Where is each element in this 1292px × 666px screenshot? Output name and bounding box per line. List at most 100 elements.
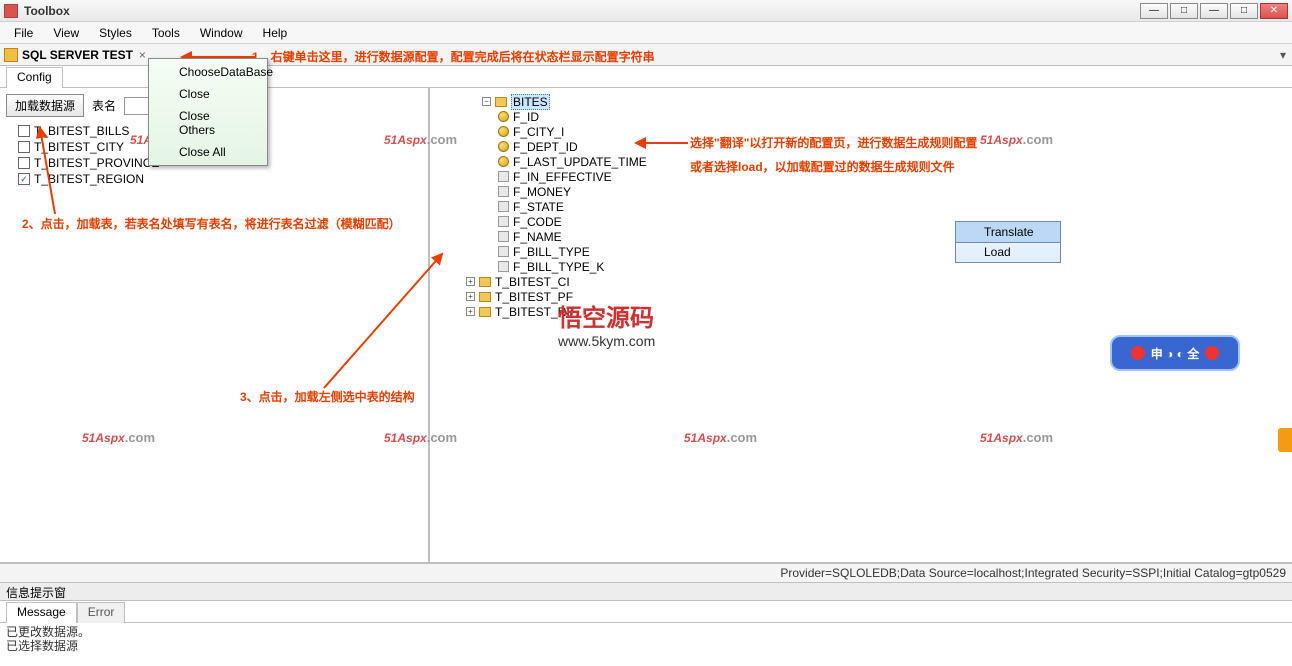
tree-row[interactable]: + T_BITEST_PF	[466, 289, 1286, 304]
ad-banner[interactable]: 申 ◑ ◐ 全	[1110, 335, 1240, 371]
message-line: 已更改数据源。	[6, 625, 1286, 639]
side-badge[interactable]	[1278, 428, 1292, 452]
menu-tools[interactable]: Tools	[142, 24, 190, 42]
ctx-choose-database[interactable]: ChooseDataBase	[151, 61, 265, 83]
restore-button[interactable]: □	[1170, 3, 1198, 19]
tree-row[interactable]: F_MONEY	[466, 184, 1286, 199]
menu-file[interactable]: File	[4, 24, 43, 42]
tree-row[interactable]: F_BILL_TYPE_K	[466, 259, 1286, 274]
expand-icon[interactable]: −	[482, 97, 491, 106]
tree-label: T_BITEST_CI	[495, 275, 570, 289]
tree-row[interactable]: F_IN_EFFECTIVE	[466, 169, 1286, 184]
config-tab[interactable]: Config	[6, 67, 63, 88]
message-tabstrip: Message Error	[0, 601, 1292, 623]
message-line: 已选择数据源	[6, 639, 1286, 653]
folder-icon	[479, 277, 491, 287]
ctx-close-all[interactable]: Close All	[151, 141, 265, 163]
key-icon	[498, 156, 509, 167]
document-tab-close[interactable]: ×	[139, 48, 146, 62]
close-button[interactable]: ✕	[1260, 3, 1288, 19]
table-label: T_BITEST_REGION	[34, 172, 144, 186]
menu-window[interactable]: Window	[190, 24, 253, 42]
heart-icon	[1131, 346, 1145, 360]
tree-row[interactable]: F_ID	[466, 109, 1286, 124]
tree-label: F_CODE	[513, 215, 562, 229]
context-menu-datasource: ChooseDataBase Close Close Others Close …	[148, 58, 268, 166]
tab-error[interactable]: Error	[77, 602, 126, 623]
ctx-close[interactable]: Close	[151, 83, 265, 105]
menu-styles[interactable]: Styles	[89, 24, 142, 42]
tree-label: F_IN_EFFECTIVE	[513, 170, 612, 184]
tree-label: T_BITEST_PF	[495, 290, 573, 304]
tree-label: F_ID	[513, 110, 539, 124]
column-icon	[498, 201, 509, 212]
tree-row[interactable]: F_DEPT_ID	[466, 139, 1286, 154]
table-name-label: 表名	[92, 97, 116, 114]
key-icon	[498, 141, 509, 152]
menu-view[interactable]: View	[43, 24, 89, 42]
load-datasource-button[interactable]: 加载数据源	[6, 94, 84, 117]
menu-help[interactable]: Help	[253, 24, 298, 42]
chevron-down-icon[interactable]: ▾	[1280, 48, 1286, 62]
schema-tree[interactable]: −BITESF_IDF_CITY_IF_DEPT_IDF_LAST_UPDATE…	[466, 94, 1286, 319]
key-icon	[498, 111, 509, 122]
table-label: T_BITEST_CITY	[34, 140, 124, 154]
window-title: Toolbox	[24, 4, 70, 18]
ctx-translate[interactable]: Translate	[955, 221, 1061, 243]
ctx-load[interactable]: Load	[956, 242, 1060, 262]
tree-row[interactable]: F_NAME	[466, 229, 1286, 244]
expand-icon[interactable]: +	[466, 292, 475, 301]
tree-row[interactable]: F_LAST_UPDATE_TIME	[466, 154, 1286, 169]
table-label: T_BITEST_PROVINCE	[34, 156, 159, 170]
table-row[interactable]: ✓ T_BITEST_REGION	[6, 171, 422, 187]
tree-label: F_NAME	[513, 230, 562, 244]
column-icon	[498, 231, 509, 242]
database-icon	[4, 48, 18, 62]
expand-icon[interactable]: +	[466, 307, 475, 316]
tree-label: F_STATE	[513, 200, 564, 214]
tree-row[interactable]: + T_BITEST_RI	[466, 304, 1286, 319]
tree-row[interactable]: F_STATE	[466, 199, 1286, 214]
status-bar: Provider=SQLOLEDB;Data Source=localhost;…	[0, 563, 1292, 583]
minimize-button-2[interactable]: —	[1200, 3, 1228, 19]
tree-label: T_BITEST_RI	[495, 305, 570, 319]
title-bar: Toolbox — □ — □ ✕	[0, 0, 1292, 22]
tab-message[interactable]: Message	[6, 602, 77, 623]
ad-text: 申 ◑ ◐ 全	[1151, 345, 1200, 362]
checkbox-icon[interactable]: ✓	[18, 173, 30, 185]
app-icon	[4, 4, 18, 18]
ctx-close-others[interactable]: Close Others	[151, 105, 265, 141]
heart-icon	[1205, 346, 1219, 360]
tree-row[interactable]: −BITES	[466, 94, 1286, 109]
column-icon	[498, 186, 509, 197]
minimize-button[interactable]: —	[1140, 3, 1168, 19]
info-panel-header: 信息提示窗	[0, 583, 1292, 601]
status-text: Provider=SQLOLEDB;Data Source=localhost;…	[780, 566, 1286, 580]
checkbox-icon[interactable]	[18, 141, 30, 153]
column-icon	[498, 216, 509, 227]
tree-label: F_MONEY	[513, 185, 571, 199]
tree-row[interactable]: F_BILL_TYPE	[466, 244, 1286, 259]
folder-icon	[479, 292, 491, 302]
tree-row[interactable]: F_CODE	[466, 214, 1286, 229]
tree-row[interactable]: + T_BITEST_CI	[466, 274, 1286, 289]
tree-row[interactable]: F_CITY_I	[466, 124, 1286, 139]
tree-label: F_DEPT_ID	[513, 140, 578, 154]
tree-label: F_BILL_TYPE	[513, 245, 590, 259]
expand-icon[interactable]: +	[466, 277, 475, 286]
tree-label: F_LAST_UPDATE_TIME	[513, 155, 647, 169]
table-label: T_BITEST_BILLS	[34, 124, 129, 138]
menu-bar: File View Styles Tools Window Help	[0, 22, 1292, 44]
folder-icon	[495, 97, 507, 107]
tree-label: F_CITY_I	[513, 125, 564, 139]
context-menu-table: Translate Load	[955, 221, 1061, 263]
checkbox-icon[interactable]	[18, 125, 30, 137]
checkbox-icon[interactable]	[18, 157, 30, 169]
maximize-button[interactable]: □	[1230, 3, 1258, 19]
column-icon	[498, 171, 509, 182]
tree-label: F_BILL_TYPE_K	[513, 260, 604, 274]
message-body: 已更改数据源。已选择数据源	[0, 623, 1292, 663]
right-pane: −BITESF_IDF_CITY_IF_DEPT_IDF_LAST_UPDATE…	[430, 88, 1292, 562]
document-tab-title[interactable]: SQL SERVER TEST	[22, 48, 133, 62]
column-icon	[498, 261, 509, 272]
